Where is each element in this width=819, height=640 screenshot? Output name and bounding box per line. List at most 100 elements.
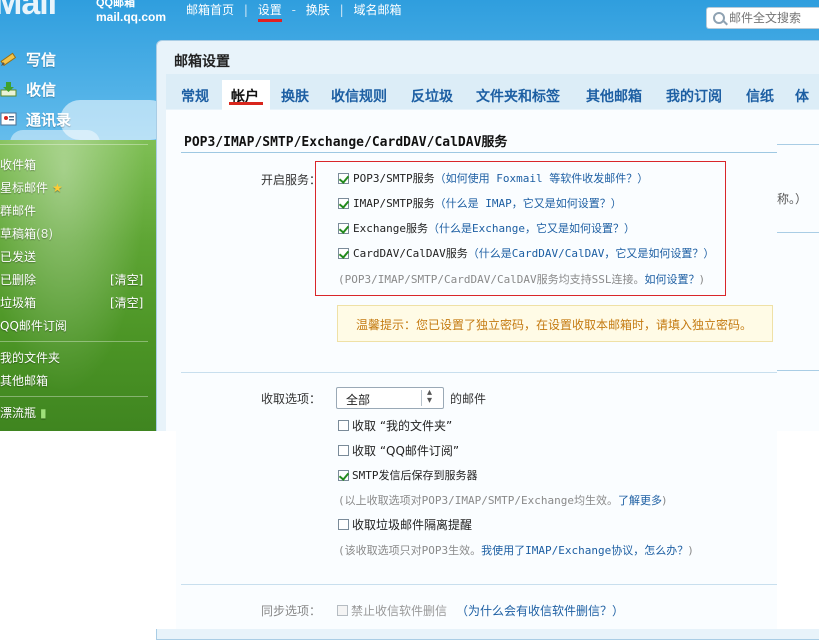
imap-exchange-help-link[interactable]: 我使用了IMAP/Exchange协议，怎么办？ — [481, 544, 688, 557]
folder-label: 收件箱 — [0, 158, 37, 172]
nav-skin[interactable]: 换肤 — [306, 3, 330, 17]
ssl-note: (POP3/IMAP/SMTP/CardDAV/CalDAV服务均支持SSL连接… — [338, 271, 704, 287]
spam-reminder-checkbox[interactable] — [338, 519, 349, 530]
receive-scope-select[interactable]: 全部 ▴ ▾ — [336, 387, 444, 409]
tab-folders-labels[interactable]: 文件夹和标签 — [476, 86, 560, 106]
carddav-caldav-checkbox[interactable] — [338, 248, 349, 259]
tab-other-mailboxes[interactable]: 其他邮箱 — [586, 86, 642, 106]
divider — [777, 232, 819, 233]
services-label: 开启服务： — [261, 173, 322, 187]
search-icon[interactable] — [713, 12, 725, 24]
divider — [777, 144, 819, 145]
option-label: IMAP/SMTP服务 — [353, 197, 435, 210]
star-icon: ★ — [52, 181, 63, 195]
folder-sent[interactable]: 已发送 — [0, 248, 36, 266]
receive-qq-subscription-option[interactable]: 收取 “QQ邮件订阅” — [352, 442, 459, 459]
tab-skin[interactable]: 换肤 — [281, 86, 309, 106]
smtp-save-option[interactable]: SMTP发信后保存到服务器 — [352, 467, 478, 483]
folder-spam[interactable]: 垃圾箱 — [0, 294, 36, 312]
folder-label: 群邮件 — [0, 204, 37, 218]
logo-domain: mail.qq.com — [96, 10, 167, 24]
folder-label: 垃圾箱 — [0, 296, 37, 310]
receive-qq-subscription-checkbox[interactable] — [338, 445, 349, 456]
folder-qq-subscription[interactable]: QQ邮件订阅 — [0, 317, 67, 335]
sync-options-label: 同步选项： — [261, 604, 322, 618]
receive-options-label: 收取选项： — [261, 392, 322, 406]
section-title: POP3/IMAP/SMTP/Exchange/CardDAV/CalDAV服务 — [184, 135, 508, 150]
select-arrows-icon: ▴ ▾ — [427, 387, 433, 406]
top-nav: 邮箱首页 | 设置 - 换肤 | 域名邮箱 — [186, 1, 401, 22]
nav-separator: | — [243, 3, 248, 17]
receive-note-text: (以上收取选项对POP3/IMAP/SMTP/Exchange均生效。 — [338, 494, 618, 507]
pop3-note-close: ) — [688, 544, 693, 557]
receive-note-close: ) — [661, 494, 667, 507]
pop3-help-link[interactable]: （如何使用 Foxmail 等软件收发邮件？） — [435, 172, 649, 185]
empty-deleted-button[interactable]: [清空] — [110, 271, 143, 288]
exchange-checkbox[interactable] — [338, 223, 349, 234]
sidebar-divider — [0, 396, 148, 397]
tab-general[interactable]: 常规 — [181, 86, 209, 106]
spam-reminder-option[interactable]: 收取垃圾邮件隔离提醒 — [352, 516, 472, 533]
folder-label: 其他邮箱 — [0, 374, 49, 388]
logo-brand-name: QQ邮箱 — [96, 0, 136, 9]
logo-word: Mail — [0, 0, 57, 22]
smtp-save-checkbox[interactable] — [338, 470, 349, 481]
tab-anti-spam[interactable]: 反垃圾 — [411, 86, 453, 106]
download-inbox-icon — [0, 82, 17, 97]
exchange-option[interactable]: Exchange服务（什么是Exchange，它又是如何设置？） — [353, 220, 635, 236]
no-delete-checkbox[interactable] — [337, 605, 348, 616]
right-column — [777, 144, 819, 431]
bottle-icon: ▮ — [40, 406, 47, 420]
folder-inbox[interactable]: 收件箱 — [0, 156, 36, 174]
receive-my-folders-checkbox[interactable] — [338, 420, 349, 431]
folder-drift-bottle[interactable]: 漂流瓶 ▮ — [0, 404, 47, 422]
pop3-smtp-checkbox[interactable] — [338, 173, 349, 184]
folder-deleted[interactable]: 已删除 — [0, 271, 36, 289]
why-delete-help-link[interactable]: （为什么会有收信软件删信？） — [456, 602, 624, 619]
blank-area — [0, 431, 176, 629]
nav-settings[interactable]: 设置 — [257, 3, 282, 22]
folder-group-mail[interactable]: 群邮件 — [0, 202, 36, 220]
active-tab-underline — [229, 102, 263, 105]
empty-spam-button[interactable]: [清空] — [110, 294, 143, 311]
folder-label: 草稿箱 — [0, 227, 37, 241]
nav-separator: | — [339, 3, 344, 17]
tip-text: 温馨提示：您已设置了独立密码，在设置收取本邮箱时，请填入独立密码。 — [356, 318, 753, 332]
search-box[interactable] — [706, 7, 819, 29]
sidebar-divider — [0, 144, 148, 145]
pop3-smtp-option[interactable]: POP3/SMTP服务（如何使用 Foxmail 等软件收发邮件？） — [353, 170, 648, 186]
folder-label: 我的文件夹 — [0, 351, 61, 365]
ssl-setup-link[interactable]: 如何设置？ — [645, 273, 700, 286]
carddav-help-link[interactable]: （什么是CardDAV/CalDAV，它又是如何设置？） — [468, 247, 715, 260]
select-value: 全部 — [346, 393, 371, 407]
nav-separator: - — [291, 3, 296, 17]
folder-my-folders[interactable]: 我的文件夹 — [0, 349, 60, 367]
nav-domain-mail[interactable]: 域名邮箱 — [353, 3, 401, 17]
exchange-help-link[interactable]: （什么是Exchange，它又是如何设置？） — [428, 222, 635, 235]
logo[interactable]: Mail — [0, 0, 92, 22]
folder-other-mailboxes[interactable]: 其他邮箱 — [0, 372, 48, 390]
folder-drafts[interactable]: 草稿箱(8) — [0, 225, 53, 243]
tab-subscriptions[interactable]: 我的订阅 — [666, 86, 722, 106]
pop3-note-text: (该收取选项只对POP3生效。 — [338, 544, 482, 557]
receive-my-folders-option[interactable]: 收取 “我的文件夹” — [352, 417, 452, 434]
folder-starred[interactable]: 星标邮件 ★ — [0, 179, 63, 197]
tab-more[interactable]: 体 — [795, 86, 809, 106]
no-delete-option[interactable]: 禁止收信软件删信 — [351, 602, 447, 619]
right-column-text: 称。） — [777, 192, 808, 206]
tab-stationery[interactable]: 信纸 — [746, 86, 774, 106]
section-divider — [181, 152, 777, 153]
imap-smtp-option[interactable]: IMAP/SMTP服务（什么是 IMAP，它又是如何设置？） — [353, 195, 622, 211]
option-label: POP3/SMTP服务 — [353, 172, 435, 185]
select-separator — [421, 390, 422, 406]
imap-help-link[interactable]: （什么是 IMAP，它又是如何设置？） — [435, 197, 622, 210]
section-divider — [181, 584, 777, 585]
option-label: Exchange服务 — [353, 222, 428, 235]
imap-smtp-checkbox[interactable] — [338, 198, 349, 209]
search-input[interactable] — [729, 11, 819, 25]
folder-label: 星标邮件 — [0, 181, 49, 195]
carddav-caldav-option[interactable]: CardDAV/CalDAV服务（什么是CardDAV/CalDAV，它又是如何… — [353, 245, 714, 261]
learn-more-link[interactable]: 了解更多 — [618, 494, 662, 507]
tab-receive-rules[interactable]: 收信规则 — [331, 86, 387, 106]
nav-mail-home[interactable]: 邮箱首页 — [186, 3, 234, 17]
